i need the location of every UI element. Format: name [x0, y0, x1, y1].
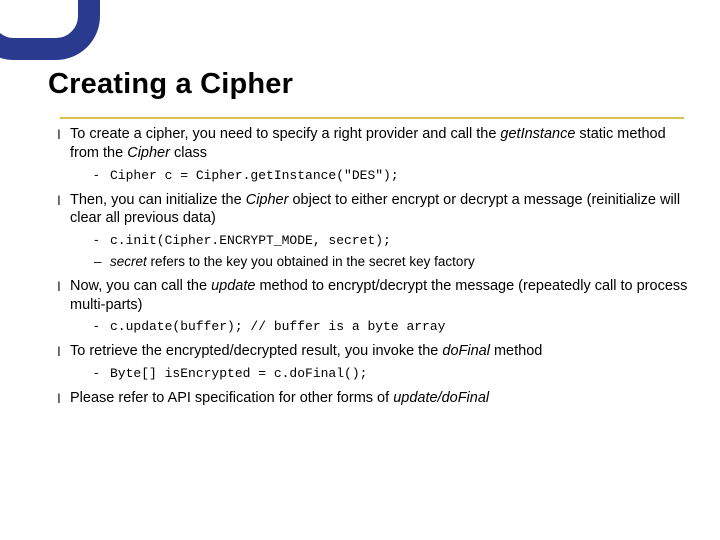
title-underline	[60, 117, 684, 119]
sub-bullet-text: c.init(Cipher.ENCRYPT_MODE, secret);	[110, 231, 692, 250]
sub-bullet-text: Byte[] isEncrypted = c.doFinal();	[110, 364, 692, 383]
sub-bullet-text: Cipher c = Cipher.getInstance("DES");	[110, 166, 692, 185]
bullet-level1: lPlease refer to API specification for o…	[48, 389, 692, 408]
slide-content: lTo create a cipher, you need to specify…	[48, 125, 692, 409]
bullet-icon: l	[48, 342, 70, 361]
sub-bullet-text: secret refers to the key you obtained in…	[110, 253, 692, 271]
bullet-text: Now, you can call the update method to e…	[70, 277, 692, 315]
sub-bullet-text: c.update(buffer); // buffer is a byte ar…	[110, 317, 692, 336]
bullet-text: To retrieve the encrypted/decrypted resu…	[70, 342, 692, 361]
slide-title: Creating a Cipher	[48, 68, 692, 101]
bullet-icon: l	[48, 277, 70, 315]
bullet-level2: –secret refers to the key you obtained i…	[94, 253, 692, 271]
bullet-level1: lNow, you can call the update method to …	[48, 277, 692, 315]
bullet-level1: lTo retrieve the encrypted/decrypted res…	[48, 342, 692, 361]
dash-icon: -	[94, 231, 110, 250]
bullet-level2: -Cipher c = Cipher.getInstance("DES");	[94, 166, 692, 185]
bullet-text: Then, you can initialize the Cipher obje…	[70, 191, 692, 229]
bullet-level2: -c.update(buffer); // buffer is a byte a…	[94, 317, 692, 336]
bullet-icon: l	[48, 389, 70, 408]
bullet-level1: lThen, you can initialize the Cipher obj…	[48, 191, 692, 229]
slide-body: Creating a Cipher lTo create a cipher, y…	[0, 0, 720, 540]
bullet-level2: -Byte[] isEncrypted = c.doFinal();	[94, 364, 692, 383]
bullet-level2: -c.init(Cipher.ENCRYPT_MODE, secret);	[94, 231, 692, 250]
dash-icon: -	[94, 364, 110, 383]
bullet-icon: l	[48, 191, 70, 229]
bullet-level1: lTo create a cipher, you need to specify…	[48, 125, 692, 163]
dash-icon: -	[94, 166, 110, 185]
bullet-text: To create a cipher, you need to specify …	[70, 125, 692, 163]
dash-icon: –	[94, 253, 110, 271]
bullet-icon: l	[48, 125, 70, 163]
bullet-text: Please refer to API specification for ot…	[70, 389, 692, 408]
dash-icon: -	[94, 317, 110, 336]
